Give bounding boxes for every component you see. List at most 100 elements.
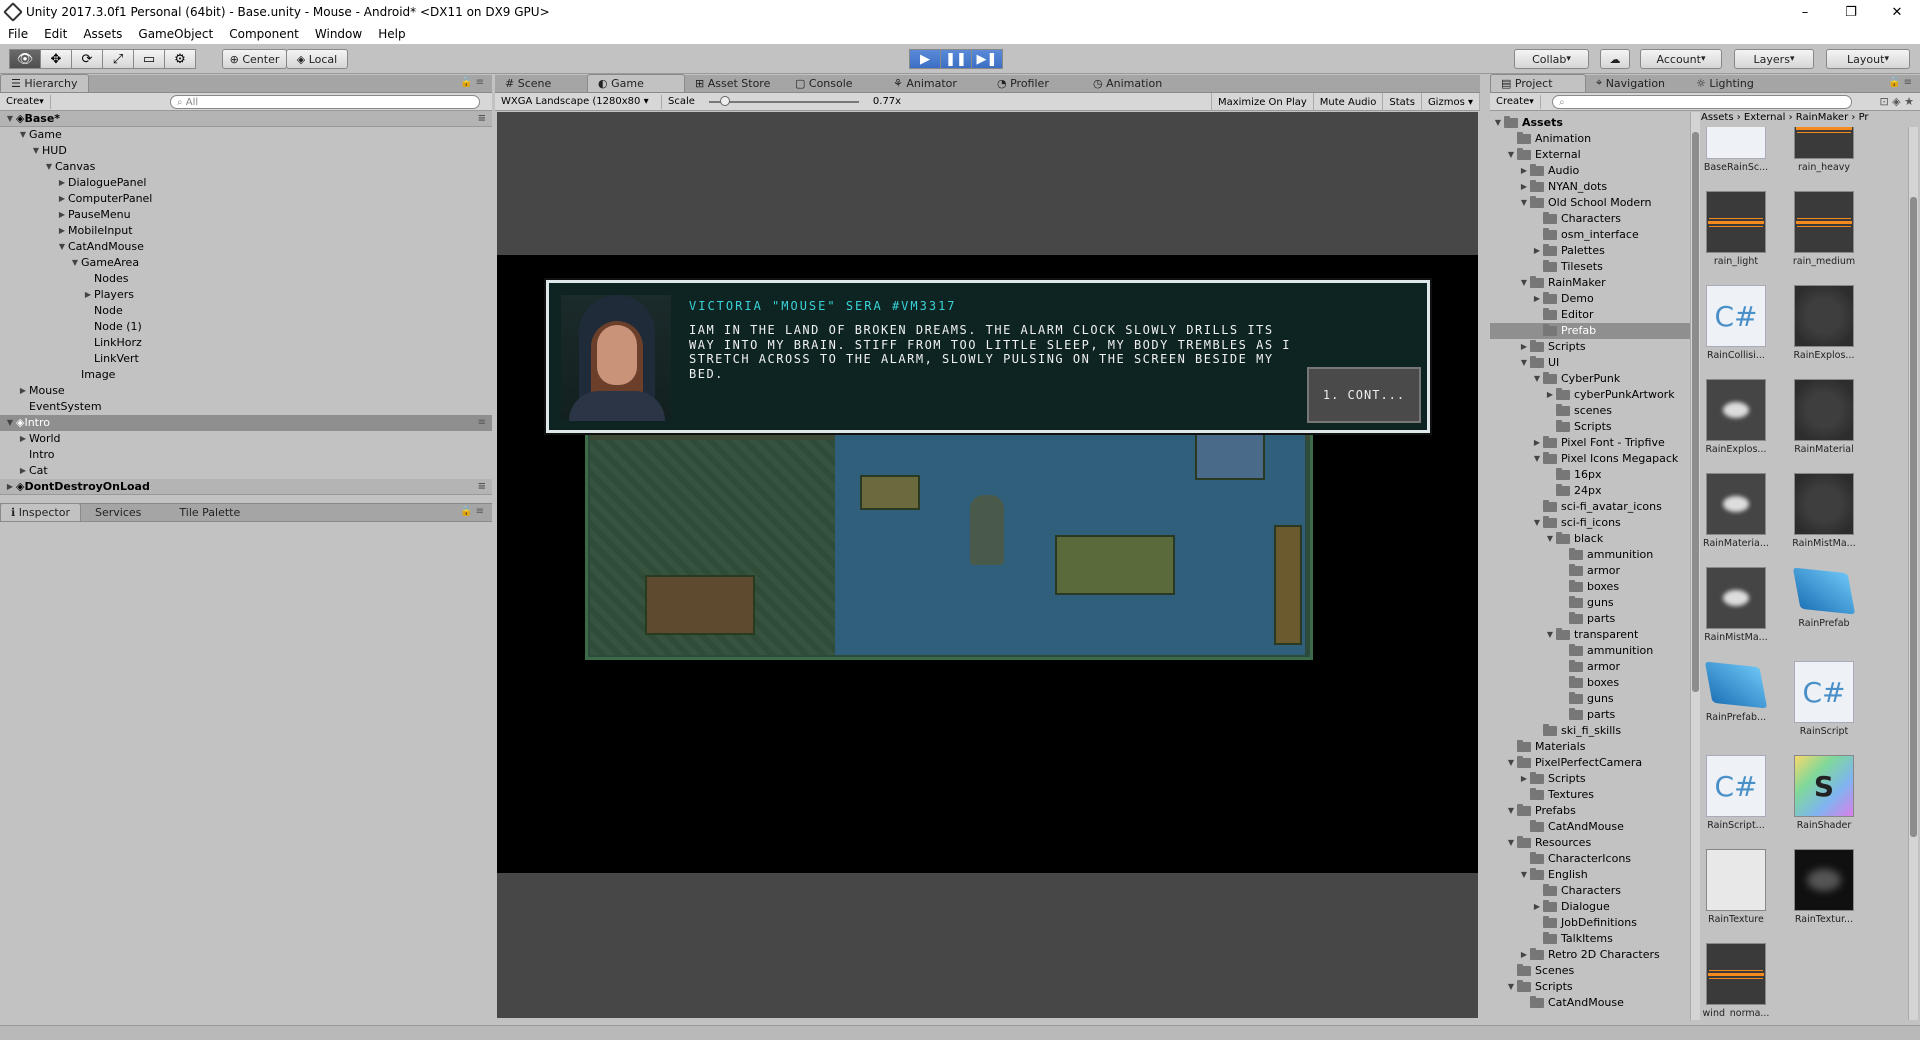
project-folder-row[interactable]: JobDefinitions — [1490, 915, 1690, 931]
asset-item[interactable]: RainPrefab... — [1701, 661, 1771, 723]
project-folder-row[interactable]: ▼ UI — [1490, 355, 1690, 371]
hierarchy-row[interactable]: Intro — [0, 447, 492, 463]
project-search-input[interactable]: ⌕ — [1552, 95, 1852, 109]
project-folder-row[interactable]: ammunition — [1490, 643, 1690, 659]
asset-item[interactable]: RainTexture — [1701, 849, 1771, 925]
project-folder-row[interactable]: boxes — [1490, 675, 1690, 691]
asset-item[interactable]: rain_medium — [1789, 191, 1859, 267]
hierarchy-row[interactable]: Node (1) — [0, 319, 492, 335]
project-tree-scroll-thumb[interactable] — [1692, 132, 1699, 692]
expand-arrow-icon[interactable]: ▶ — [1518, 163, 1530, 179]
asset-item[interactable]: RainExplos... — [1701, 379, 1771, 455]
project-folder-row[interactable]: ▼ Prefabs — [1490, 803, 1690, 819]
tab-navigation[interactable]: ⌖ Navigation — [1586, 74, 1686, 92]
expand-arrow-icon[interactable]: ▼ — [1505, 835, 1517, 851]
expand-arrow-icon[interactable]: ▼ — [4, 111, 16, 127]
pivot-center-button[interactable]: ⊕ Center — [222, 49, 287, 69]
view-tool-icon[interactable]: 👁 — [9, 49, 41, 69]
filter-icons[interactable]: ⊡ ◈ ★ — [1879, 95, 1914, 108]
expand-arrow-icon[interactable]: ▼ — [1505, 803, 1517, 819]
expand-arrow-icon[interactable]: ▼ — [4, 415, 16, 431]
scale-tool-icon[interactable]: ⤢ — [102, 49, 134, 69]
panel-menu-icon[interactable]: 🔒 ≡ — [460, 77, 484, 88]
asset-grid-scrollbar[interactable] — [1908, 127, 1918, 1020]
expand-arrow-icon[interactable]: ▶ — [1531, 899, 1543, 915]
asset-item[interactable]: C# RainScript — [1789, 661, 1859, 737]
menu-window[interactable]: Window — [307, 27, 370, 41]
project-folder-row[interactable]: ▼ Scripts — [1490, 979, 1690, 995]
expand-arrow-icon[interactable]: ▼ — [30, 143, 42, 159]
inspector-menu-icon[interactable]: 🔒 ≡ — [460, 506, 484, 517]
stats-toggle[interactable]: Stats — [1383, 93, 1422, 111]
hierarchy-row[interactable]: ▶ DialoguePanel — [0, 175, 492, 191]
project-folder-row[interactable]: CatAndMouse — [1490, 819, 1690, 835]
menu-assets[interactable]: Assets — [75, 27, 130, 41]
expand-arrow-icon[interactable]: ▼ — [56, 239, 68, 255]
expand-arrow-icon[interactable]: ▶ — [1531, 291, 1543, 307]
hierarchy-row[interactable]: ▶ PauseMenu — [0, 207, 492, 223]
project-folder-row[interactable]: osm_interface — [1490, 227, 1690, 243]
project-folder-row[interactable]: ski_fi_skills — [1490, 723, 1690, 739]
expand-arrow-icon[interactable]: ▼ — [1492, 115, 1504, 131]
expand-arrow-icon[interactable]: ▶ — [56, 223, 68, 239]
hierarchy-row[interactable]: ▶ Mouse — [0, 383, 492, 399]
project-folder-row[interactable]: ▼ sci-fi_icons — [1490, 515, 1690, 531]
expand-arrow-icon[interactable]: ▼ — [17, 127, 29, 143]
breadcrumb-assets[interactable]: Assets — [1701, 112, 1734, 126]
hierarchy-row[interactable]: EventSystem — [0, 399, 492, 415]
project-folder-row[interactable]: CatAndMouse — [1490, 995, 1690, 1011]
asset-item[interactable]: RainExplos... — [1789, 285, 1859, 361]
asset-item[interactable]: C# RainScript... — [1701, 755, 1771, 831]
hierarchy-row[interactable]: Node — [0, 303, 492, 319]
project-folder-row[interactable]: ▶ Palettes — [1490, 243, 1690, 259]
project-folder-row[interactable]: Animation — [1490, 131, 1690, 147]
breadcrumb-external[interactable]: External — [1744, 112, 1786, 126]
tab-console[interactable]: ▢ Console — [785, 74, 883, 92]
hierarchy-row[interactable]: Nodes — [0, 271, 492, 287]
project-folder-row[interactable]: ▼ English — [1490, 867, 1690, 883]
project-folder-row[interactable]: ▼ transparent — [1490, 627, 1690, 643]
cloud-icon[interactable]: ☁ — [1600, 49, 1630, 69]
asset-item[interactable]: wind_norma... — [1701, 943, 1771, 1017]
project-folder-row[interactable]: ▶ Retro 2D Characters — [1490, 947, 1690, 963]
project-folder-row[interactable]: armor — [1490, 563, 1690, 579]
expand-arrow-icon[interactable]: ▶ — [1531, 243, 1543, 259]
expand-arrow-icon[interactable]: ▶ — [1518, 771, 1530, 787]
expand-arrow-icon[interactable]: ▶ — [1518, 947, 1530, 963]
project-folder-row[interactable]: ▶ Audio — [1490, 163, 1690, 179]
asset-item[interactable]: rain_heavy — [1789, 127, 1859, 173]
tab-tile-palette[interactable]: Tile Palette — [155, 503, 264, 521]
menu-component[interactable]: Component — [221, 27, 307, 41]
resolution-dropdown[interactable]: WXGA Landscape (1280x80 ▾ — [495, 94, 662, 109]
asset-grid-scroll-thumb[interactable] — [1910, 197, 1917, 837]
hierarchy-create-button[interactable]: Create — [0, 94, 51, 109]
gizmos-dropdown[interactable]: Gizmos ▾ — [1422, 93, 1480, 111]
rotate-tool-icon[interactable]: ⟳ — [71, 49, 103, 69]
expand-arrow-icon[interactable]: ▼ — [1531, 451, 1543, 467]
row-menu-icon[interactable]: ≡ — [478, 479, 486, 495]
expand-arrow-icon[interactable]: ▶ — [17, 431, 29, 447]
hierarchy-row[interactable]: LinkHorz — [0, 335, 492, 351]
hierarchy-search-input[interactable]: ⌕ All — [170, 95, 480, 109]
expand-arrow-icon[interactable]: ▶ — [1544, 387, 1556, 403]
tab-animator[interactable]: ⚘ Animator — [883, 74, 987, 92]
project-folder-row[interactable]: Editor — [1490, 307, 1690, 323]
menu-edit[interactable]: Edit — [36, 27, 75, 41]
project-folder-row[interactable]: ▼ Assets — [1490, 115, 1690, 131]
pivot-local-button[interactable]: ◈ Local — [286, 49, 348, 69]
project-folder-row[interactable]: ammunition — [1490, 547, 1690, 563]
expand-arrow-icon[interactable]: ▶ — [56, 207, 68, 223]
asset-item[interactable]: RainMaterial — [1789, 379, 1859, 455]
continue-button[interactable]: 1. CONT... — [1307, 367, 1421, 423]
tab-game[interactable]: ◐ Game — [587, 74, 685, 92]
tab-lighting[interactable]: ☼ Lighting — [1686, 74, 1764, 92]
project-folder-row[interactable]: Characters — [1490, 211, 1690, 227]
project-folder-row[interactable]: ▼ CyberPunk — [1490, 371, 1690, 387]
hierarchy-row[interactable]: ▼ Game — [0, 127, 492, 143]
project-folder-row[interactable]: ▼ Pixel Icons Megapack — [1490, 451, 1690, 467]
asset-item[interactable]: S RainShader — [1789, 755, 1859, 831]
project-folder-row[interactable]: guns — [1490, 595, 1690, 611]
project-tree-scrollbar[interactable] — [1690, 112, 1700, 1020]
expand-arrow-icon[interactable]: ▼ — [1544, 627, 1556, 643]
project-folder-row[interactable]: guns — [1490, 691, 1690, 707]
